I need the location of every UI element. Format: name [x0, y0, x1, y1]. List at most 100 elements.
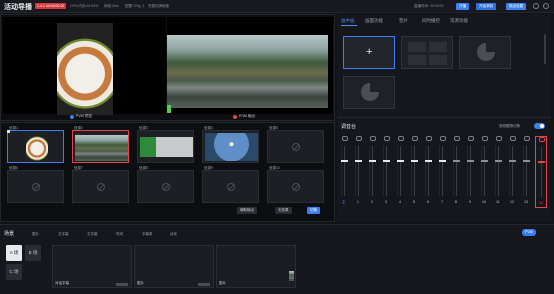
scene-card-3[interactable]: 图片 — [216, 245, 296, 288]
source-tile-1[interactable]: 信源1 — [7, 126, 64, 163]
no-signal-icon — [226, 182, 235, 191]
add-ticker-action[interactable]: 字幕条 — [142, 232, 153, 237]
output-settings-button[interactable]: 输出设置 — [506, 2, 526, 10]
effect-select[interactable]: 无效果 — [275, 207, 292, 214]
source-tile-7[interactable]: 信源7 — [72, 166, 129, 203]
app-title: 活动导播 — [4, 4, 32, 11]
headphone-icon[interactable] — [412, 136, 418, 141]
layout-pie[interactable] — [459, 36, 511, 69]
headphone-icon[interactable] — [440, 136, 446, 141]
source-thumb — [75, 135, 128, 161]
headphone-icon[interactable] — [370, 136, 376, 141]
fader-knob[interactable] — [369, 160, 376, 162]
sources-area: 信源1 信源2 信源3 信源4 信源5 信源6 信源7 信源8 信源9 信源10… — [0, 122, 335, 222]
pgm-audio-meter — [167, 105, 171, 113]
no-signal-icon — [291, 142, 300, 151]
add-image-action[interactable]: 图片 — [32, 232, 39, 237]
headphone-icon[interactable] — [342, 136, 348, 141]
fader-knob[interactable] — [411, 160, 418, 162]
pgm-video-frame — [167, 35, 328, 108]
mixer-channel: 12 — [507, 136, 519, 208]
aux-output-button[interactable]: 辅助输出 — [237, 207, 257, 214]
audio-follow-toggle[interactable] — [534, 123, 545, 129]
mixer-channel: 4 — [395, 136, 407, 208]
fader-knob[interactable] — [355, 160, 362, 162]
fader-knob[interactable] — [509, 160, 516, 162]
fader-knob[interactable] — [383, 160, 390, 162]
source-tile-8[interactable]: 信源8 — [137, 166, 194, 203]
headphone-icon[interactable] — [384, 136, 390, 141]
layout-single[interactable] — [343, 76, 395, 109]
scene-controls[interactable] — [198, 283, 210, 286]
level-meter — [397, 146, 398, 196]
headphone-icon[interactable] — [398, 136, 404, 141]
channel-label: 4 — [399, 200, 401, 204]
pvw-button[interactable]: PVW — [522, 229, 536, 236]
headphone-icon[interactable] — [496, 136, 502, 141]
fader-knob[interactable] — [425, 160, 432, 162]
layout-cell — [429, 55, 447, 65]
audio-follow-label: 音频跟随切换 — [499, 124, 520, 128]
headphone-icon[interactable] — [524, 136, 530, 141]
layout-quad[interactable] — [401, 36, 453, 69]
source-tile-5[interactable]: 信源5 — [267, 126, 324, 163]
pvw-label: PVW 预览 — [70, 114, 92, 119]
pvw-monitor[interactable] — [3, 17, 166, 115]
source-tile-3[interactable]: 信源3 — [137, 126, 194, 163]
tab-sync-control[interactable]: 同时播控 — [422, 18, 440, 24]
tab-resources[interactable]: 资源功能 — [450, 18, 468, 24]
source-tile-10[interactable]: 信源10 — [267, 166, 324, 203]
source-tile-2[interactable]: 信源2 — [72, 126, 129, 163]
add-text-action[interactable]: 文字幕 — [58, 232, 69, 237]
fader-knob[interactable] — [341, 160, 348, 162]
add-subtitle-action[interactable]: 文字幕 — [87, 232, 98, 237]
headphone-icon[interactable] — [356, 136, 362, 141]
add-time-action[interactable]: 时间 — [116, 232, 123, 237]
fader-knob[interactable] — [538, 161, 545, 163]
start-live-button[interactable]: 开播 — [456, 2, 469, 10]
tab-pad[interactable]: 垫片 — [399, 18, 408, 24]
start-record-button[interactable]: 开始录制 — [476, 2, 496, 10]
source-tile-6[interactable]: 信源6 — [7, 166, 64, 203]
scene-card-1[interactable]: 对话字幕 — [52, 245, 132, 288]
source-thumb — [26, 132, 48, 162]
headphone-icon[interactable] — [426, 136, 432, 141]
headphone-icon[interactable] — [482, 136, 488, 141]
scene-c-button[interactable]: C 场 — [6, 264, 22, 280]
source-tile-9[interactable]: 信源9 — [202, 166, 259, 203]
fader-track — [512, 146, 513, 196]
pvw-label-text: PVW 预览 — [76, 114, 92, 118]
add-logo-action[interactable]: 台标 — [170, 232, 177, 237]
settings-icon[interactable] — [543, 3, 549, 9]
pgm-monitor[interactable] — [167, 17, 333, 114]
tab-screen-function[interactable]: 画面功能 — [365, 18, 383, 24]
headphone-icon[interactable] — [468, 136, 474, 141]
level-meter — [495, 146, 496, 196]
layout-cell — [429, 42, 447, 52]
fader-knob[interactable] — [397, 160, 404, 162]
fader-knob[interactable] — [467, 160, 474, 162]
fader-knob[interactable] — [453, 160, 460, 162]
layout-scrollbar[interactable] — [544, 34, 546, 64]
channel-label: 2 — [371, 200, 373, 204]
headphone-icon[interactable] — [454, 136, 460, 141]
mixer-channel: 7 — [437, 136, 449, 208]
fader-track — [442, 146, 443, 196]
refresh-icon[interactable] — [533, 3, 539, 9]
fader-knob[interactable] — [523, 160, 530, 162]
headphone-icon[interactable] — [539, 137, 545, 142]
headphone-icon[interactable] — [510, 136, 516, 141]
source-tile-4[interactable]: 信源4 — [202, 126, 259, 163]
scene-a-button[interactable]: A 场 — [6, 245, 22, 261]
source-thumb — [140, 137, 193, 157]
tab-pip[interactable]: 画中画 — [341, 18, 355, 24]
fader-knob[interactable] — [481, 160, 488, 162]
scene-b-button[interactable]: B 场 — [25, 245, 41, 261]
add-layout-button[interactable]: + — [343, 36, 395, 69]
fader-knob[interactable] — [495, 160, 502, 162]
scene-card-2[interactable]: 图片 — [134, 245, 214, 288]
fader-knob[interactable] — [439, 160, 446, 162]
switch-button[interactable]: 切换 — [307, 207, 320, 214]
pgm-label: PGM 输出 — [233, 114, 255, 119]
scene-controls[interactable] — [116, 283, 128, 286]
